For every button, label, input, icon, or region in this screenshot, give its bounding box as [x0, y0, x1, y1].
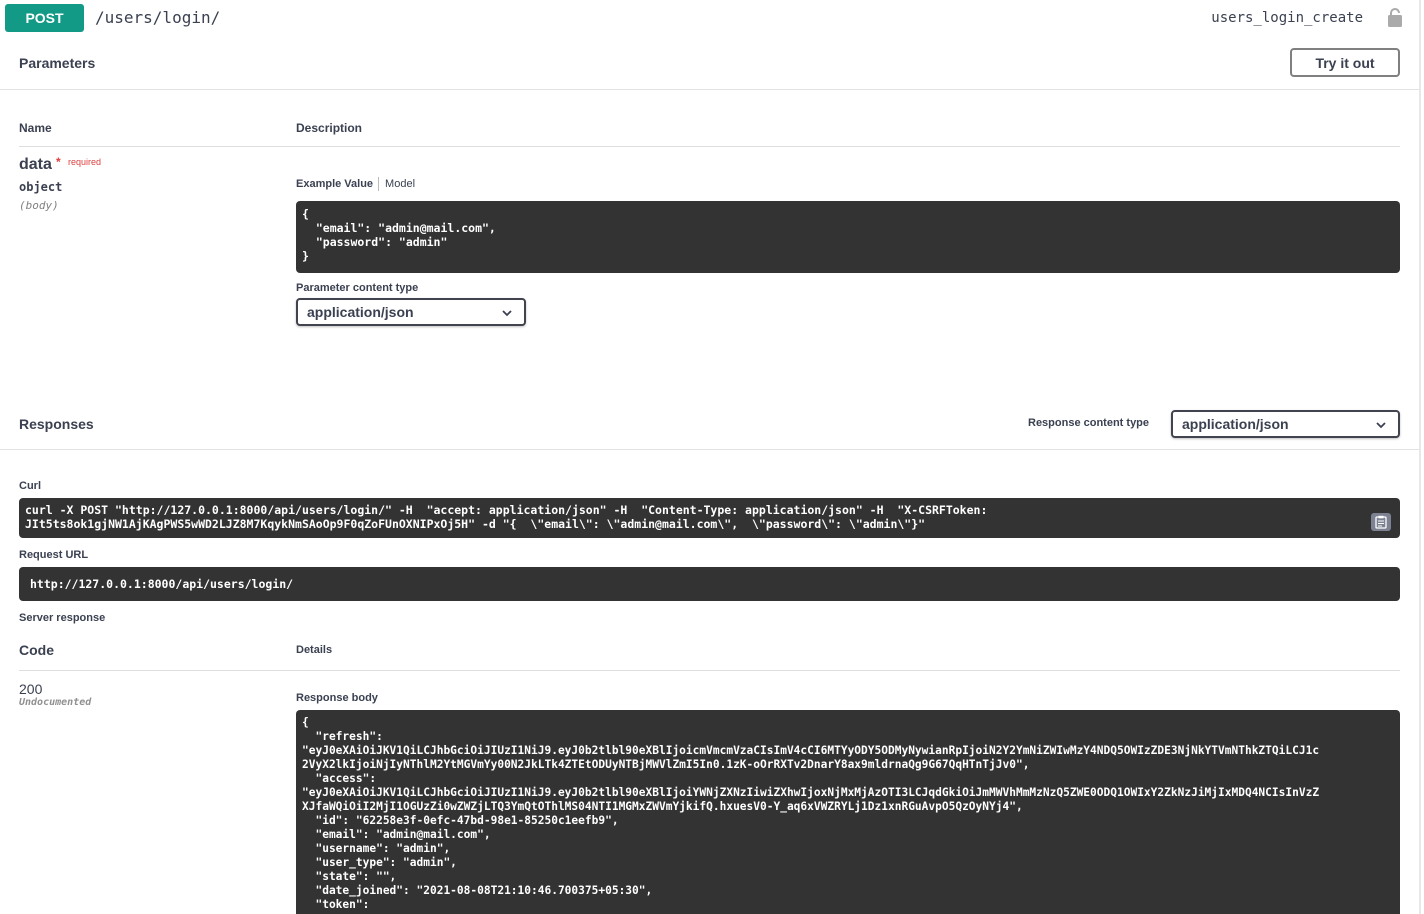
responses-header: Responses Response content type applicat…	[0, 396, 1419, 450]
response-content-type-value: application/json	[1182, 416, 1289, 432]
response-content-type-label: Response content type	[1028, 417, 1150, 429]
response-body-code[interactable]: { "refresh": "eyJ0eXAiOiJKV1QiLCJhbGciOi…	[296, 710, 1400, 914]
param-name: data	[19, 156, 52, 173]
curl-command[interactable]: curl -X POST "http://127.0.0.1:8000/api/…	[25, 503, 987, 531]
col-name: Name	[19, 121, 52, 135]
param-in: (body)	[19, 199, 59, 212]
curl-block: curl -X POST "http://127.0.0.1:8000/api/…	[19, 498, 1400, 538]
example-tabs: Example Value Model	[296, 177, 415, 191]
col-description: Description	[296, 121, 363, 135]
param-content-type-label: Parameter content type	[296, 282, 419, 294]
param-type: object	[19, 180, 63, 194]
response-body-label: Response body	[296, 692, 378, 704]
chevron-down-icon	[1376, 422, 1386, 429]
request-url-label: Request URL	[19, 549, 89, 561]
method-badge: POST	[5, 4, 84, 32]
operation-summary[interactable]: POST /users/login/ users_login_create	[0, 0, 1419, 36]
divider	[19, 146, 1400, 147]
param-content-type-value: application/json	[307, 304, 414, 320]
parameters-title: Parameters	[19, 55, 96, 71]
parameters-header: Parameters Try it out	[0, 36, 1419, 90]
request-url-value[interactable]: http://127.0.0.1:8000/api/users/login/	[19, 567, 1400, 601]
divider	[19, 670, 1400, 671]
status-code: 200	[19, 681, 43, 697]
col-code: Code	[19, 642, 54, 658]
example-value-code[interactable]: { "email": "admin@mail.com", "password":…	[296, 201, 1400, 273]
tab-model[interactable]: Model	[385, 178, 415, 190]
operation-block: POST /users/login/ users_login_create Pa…	[0, 0, 1420, 914]
operation-path: /users/login/	[95, 8, 221, 27]
try-it-out-button[interactable]: Try it out	[1290, 48, 1400, 77]
required-star: *	[56, 155, 61, 169]
response-content-type-select[interactable]: application/json	[1171, 410, 1400, 438]
scrollbar-track[interactable]	[1419, 0, 1421, 914]
responses-title: Responses	[19, 416, 94, 432]
clipboard-icon	[1375, 515, 1387, 529]
lock-icon[interactable]	[1387, 7, 1403, 27]
tab-separator	[378, 177, 380, 191]
col-details: Details	[296, 644, 333, 656]
chevron-down-icon	[502, 310, 512, 317]
copy-icon[interactable]	[1371, 513, 1391, 531]
operation-id: users_login_create	[1211, 10, 1363, 26]
status-note: Undocumented	[19, 697, 92, 708]
tab-example-value[interactable]: Example Value	[296, 178, 373, 190]
param-content-type-select[interactable]: application/json	[296, 298, 526, 326]
required-label: required	[68, 157, 102, 167]
server-response-label: Server response	[19, 612, 106, 624]
curl-label: Curl	[19, 480, 41, 492]
